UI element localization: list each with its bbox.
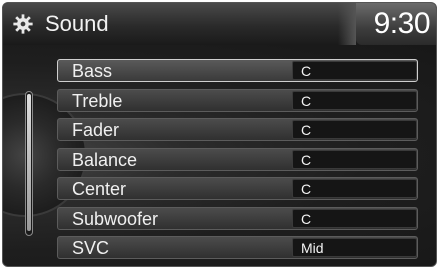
content-area: Bass C Treble C Fader C Balance C Center C Subwoof… bbox=[3, 45, 436, 266]
setting-label: Bass bbox=[72, 61, 113, 81]
setting-value-box: C bbox=[292, 209, 417, 228]
setting-value-box: C bbox=[292, 61, 417, 80]
setting-value-box: Mid bbox=[292, 238, 417, 257]
gear-icon bbox=[13, 14, 33, 34]
sound-settings-screen: Sound 9:30 Bass C Treble C Fader C Balance C Cen… bbox=[2, 2, 437, 267]
setting-row-subwoofer[interactable]: Subwoofer C bbox=[57, 207, 418, 230]
setting-label: SVC bbox=[72, 238, 110, 258]
setting-row-center[interactable]: Center C bbox=[57, 177, 418, 200]
setting-label: Fader bbox=[72, 120, 120, 140]
setting-value: C bbox=[301, 211, 312, 227]
setting-label: Subwoofer bbox=[72, 209, 159, 229]
setting-value: C bbox=[301, 181, 312, 197]
page-title: Sound bbox=[45, 11, 109, 36]
setting-value: Mid bbox=[301, 240, 324, 256]
setting-label: Treble bbox=[72, 91, 123, 111]
setting-value-box: C bbox=[292, 120, 417, 139]
setting-value-box: C bbox=[292, 150, 417, 169]
setting-row-svc[interactable]: SVC Mid bbox=[57, 236, 418, 259]
setting-value: C bbox=[301, 93, 312, 109]
setting-value: C bbox=[301, 152, 312, 168]
setting-row-balance[interactable]: Balance C bbox=[57, 148, 418, 171]
setting-row-fader[interactable]: Fader C bbox=[57, 118, 418, 141]
setting-value: C bbox=[301, 63, 312, 79]
setting-value: C bbox=[301, 122, 312, 138]
setting-value-box: C bbox=[292, 179, 417, 198]
setting-label: Balance bbox=[72, 150, 138, 170]
setting-row-bass[interactable]: Bass C bbox=[57, 59, 418, 82]
setting-row-treble[interactable]: Treble C bbox=[57, 89, 418, 112]
clock: 9:30 bbox=[373, 7, 431, 40]
header-bar: Sound 9:30 bbox=[3, 3, 436, 45]
settings-list: Bass C Treble C Fader C Balance C Center C Subwoof… bbox=[3, 45, 436, 266]
clock-area: 9:30 bbox=[338, 3, 436, 45]
setting-value-box: C bbox=[292, 91, 417, 110]
setting-label: Center bbox=[72, 179, 127, 199]
